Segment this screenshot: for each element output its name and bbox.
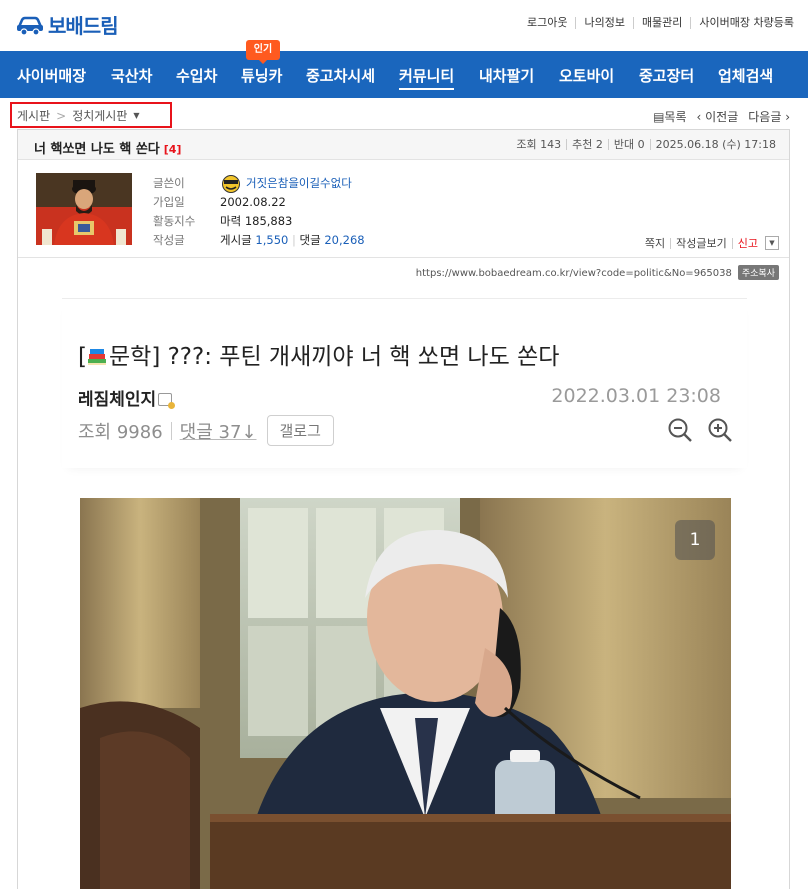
nav-item-motorcycle[interactable]: 오토바이 (559, 65, 614, 86)
nav-item-used-market[interactable]: 중고장터 (639, 65, 694, 86)
writer-label: 글쓴이 (153, 176, 185, 190)
list-icon: ▤ (653, 110, 665, 124)
breadcrumb-board[interactable]: 게시판 (17, 107, 50, 124)
post-body-image: [ 문학] ???: 푸틴 개새끼야 너 핵 쏘면 나도 쏜다 레짐체인지 20… (62, 298, 747, 889)
top-bar: 보배드림 로그아웃 나의정보 매물관리 사이버매장 차량등록 (0, 0, 808, 50)
author-avatar[interactable] (36, 173, 132, 245)
nav-item-community[interactable]: 커뮤니티 (399, 65, 455, 90)
listing-manage-link[interactable]: 매물관리 (632, 17, 690, 29)
joined-label: 가입일 (153, 195, 185, 209)
chevron-left-icon: ‹ (696, 110, 706, 124)
next-post-link[interactable]: 다음글 › (748, 108, 790, 125)
embedded-meta: 조회 9986 댓글 37↓ 갤로그 (78, 415, 334, 446)
top-links: 로그아웃 나의정보 매물관리 사이버매장 차량등록 (519, 17, 802, 29)
post-title: 너 핵쏘면 나도 핵 쏜다 [4] (34, 142, 182, 157)
zoom-in-icon (708, 418, 732, 442)
embedded-views: 조회 9986 (78, 421, 163, 443)
comments-count[interactable]: 20,268 (324, 233, 364, 247)
post-header: 너 핵쏘면 나도 핵 쏜다 [4] 조회 143 추천 2 반대 0 2025.0… (18, 130, 789, 160)
breadcrumb-current[interactable]: 정치게시판 (72, 107, 127, 124)
avatar-portrait (36, 173, 132, 245)
main-nav: 사이버매장 국산차 수입차 튜닝카 중고차시세 커뮤니티 내차팔기 오토바이 중… (0, 51, 808, 98)
post-container: 너 핵쏘면 나도 핵 쏜다 [4] 조회 143 추천 2 반대 0 2025.0… (17, 129, 790, 889)
oppose-count: 반대 0 (607, 139, 650, 150)
site-logo[interactable]: 보배드림 (16, 10, 119, 39)
report-link[interactable]: 신고 (731, 237, 763, 249)
embedded-title: [ 문학] ???: 푸틴 개새끼야 너 핵 쏘면 나도 쏜다 (78, 344, 560, 370)
my-info-link[interactable]: 나의정보 (575, 17, 632, 29)
nav-item-business-search[interactable]: 업체검색 (718, 65, 773, 86)
nav-item-imported[interactable]: 수입차 (176, 65, 217, 86)
message-link[interactable]: 쪽지 (640, 238, 670, 249)
chevron-right-icon: › (781, 110, 790, 124)
arrow-down-icon: ↓ (241, 421, 257, 443)
prev-post-link[interactable]: ‹ 이전글 (697, 108, 739, 125)
post-date: 2025.06.18 (수) 17:18 (649, 139, 781, 150)
post-url-line: https://www.bobaedream.co.kr/view?code=p… (18, 265, 789, 280)
register-car-link[interactable]: 사이버매장 차량등록 (690, 17, 802, 29)
activity-label: 활동지수 (153, 214, 196, 228)
post-nav: ▤목록 ‹ 이전글 다음글 › (653, 108, 790, 125)
caret-down-icon[interactable]: ▼ (765, 236, 779, 250)
logout-link[interactable]: 로그아웃 (519, 17, 575, 29)
user-badge-icon (158, 393, 176, 409)
comment-count[interactable]: [4] (164, 143, 182, 156)
joined-date: 2002.08.22 (220, 195, 286, 209)
embedded-username: 레짐체인지 (78, 385, 176, 410)
author-details: 글쓴이 거짓은참을이길수없다 가입일 2002.08.22 활동지수 마력 18… (153, 174, 365, 250)
view-count: 조회 143 (516, 138, 562, 151)
list-link[interactable]: ▤목록 (653, 108, 686, 125)
activity-value: 마력 185,883 (220, 214, 293, 228)
gallog-button: 갤로그 (266, 415, 334, 446)
photo-illustration (80, 498, 731, 889)
logo-text: 보배드림 (48, 14, 119, 38)
hot-badge: 인기 (246, 40, 280, 64)
nav-item-domestic[interactable]: 국산차 (111, 65, 152, 86)
post-stats: 조회 143 추천 2 반대 0 2025.06.18 (수) 17:18 (511, 139, 781, 150)
car-logo-icon (17, 16, 43, 36)
posts-summary: 게시글 1,550 | 댓글 20,268 (220, 233, 365, 247)
author-nickname[interactable]: 거짓은참을이길수없다 (220, 174, 352, 193)
zoom-out-icon (668, 418, 692, 442)
embedded-date: 2022.03.01 23:08 (551, 385, 721, 407)
embedded-comments: 댓글 37↓ (179, 421, 257, 443)
recommend-count: 추천 2 (566, 139, 608, 150)
view-posts-link[interactable]: 작성글보기 (670, 237, 732, 249)
nav-item-used-price[interactable]: 중고차시세 (306, 65, 375, 86)
nav-item-tuning[interactable]: 튜닝카 (241, 65, 282, 86)
copy-url-button[interactable]: 주소복사 (737, 265, 779, 280)
post-url: https://www.bobaedream.co.kr/view?code=p… (415, 268, 732, 279)
embedded-photo: 1 (80, 498, 731, 889)
posts-count[interactable]: 1,550 (255, 233, 288, 247)
breadcrumb-row: 게시판 > 정치게시판 ▼ ▤목록 ‹ 이전글 다음글 › (0, 100, 808, 128)
breadcrumb-separator: > (56, 108, 67, 123)
breadcrumb: 게시판 > 정치게시판 ▼ (17, 107, 140, 124)
books-icon (87, 349, 106, 365)
level-badge-icon (222, 174, 240, 193)
nav-item-sell-car[interactable]: 내차팔기 (479, 65, 534, 86)
nav-item-cyber-store[interactable]: 사이버매장 (17, 65, 86, 86)
photo-counter: 1 (675, 520, 715, 560)
caret-down-icon[interactable]: ▼ (133, 111, 139, 120)
posts-label: 작성글 (153, 233, 185, 247)
author-info: 글쓴이 거짓은참을이길수없다 가입일 2002.08.22 활동지수 마력 18… (18, 160, 789, 258)
embedded-post-card: [ 문학] ???: 푸틴 개새끼야 너 핵 쏘면 나도 쏜다 레짐체인지 20… (62, 298, 747, 468)
author-actions: 쪽지 작성글보기 신고 ▼ (640, 236, 779, 250)
